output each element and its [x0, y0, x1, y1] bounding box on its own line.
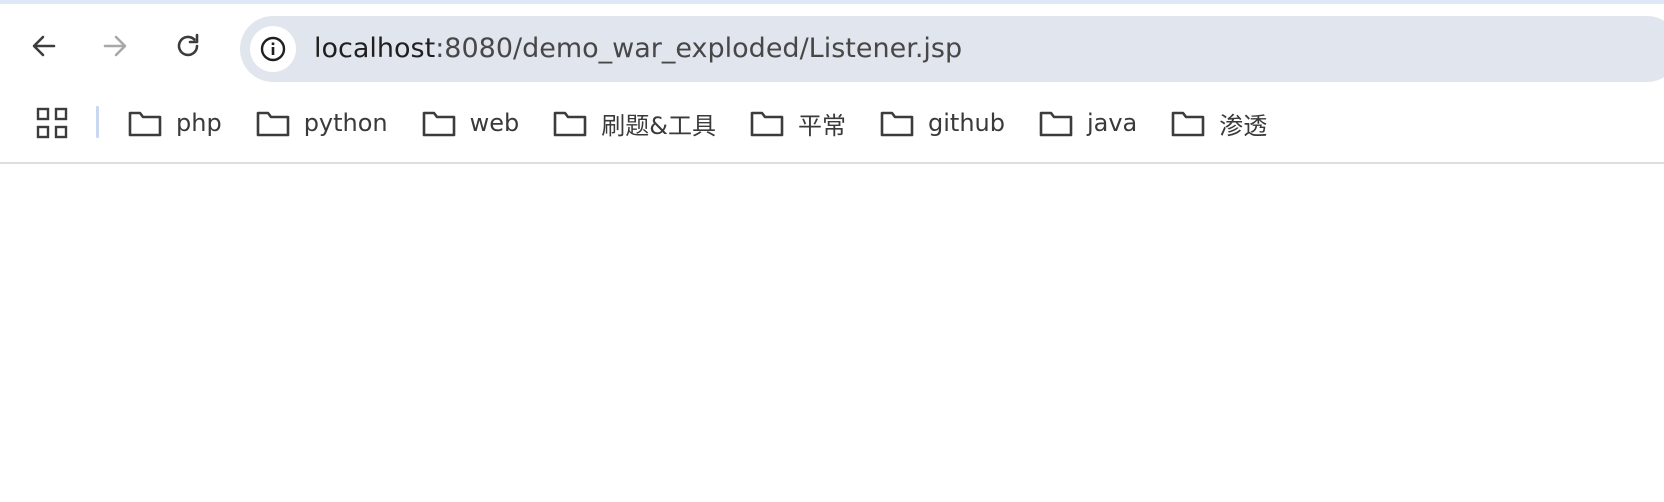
info-icon [260, 36, 286, 62]
apps-button[interactable] [34, 105, 70, 141]
bookmark-label: web [469, 109, 520, 137]
browser-toolbar: localhost:8080/demo_war_exploded/Listene… [0, 4, 1664, 86]
bookmark-label: github [928, 109, 1005, 137]
bookmark-folder-java[interactable]: java [1039, 100, 1137, 146]
page-content [0, 164, 1664, 502]
bookmark-label: python [303, 109, 388, 137]
url-text[interactable]: localhost:8080/demo_war_exploded/Listene… [314, 32, 962, 66]
site-info-button[interactable] [250, 26, 296, 72]
bookmark-folder-practice-tools[interactable]: 刷题&工具 [553, 100, 716, 146]
bookmark-label: 刷题&工具 [601, 111, 716, 140]
folder-icon [880, 111, 914, 137]
bookmark-folder-web[interactable]: web [422, 100, 520, 146]
reload-button[interactable] [166, 24, 210, 68]
folder-icon [1171, 111, 1205, 137]
bookmark-folders: php python web 刷题&工具 平常 github java 渗透 [128, 100, 1301, 146]
folder-icon [128, 111, 162, 137]
reload-icon [177, 33, 199, 57]
bookmark-folder-github[interactable]: github [880, 100, 1005, 146]
forward-button[interactable] [93, 24, 137, 68]
folder-icon [256, 111, 289, 137]
folder-icon [553, 111, 587, 137]
arrow-left-icon [32, 35, 56, 57]
folder-icon [1039, 111, 1073, 137]
folder-icon [750, 111, 784, 137]
bookmark-label: 平常 [798, 111, 846, 140]
bookmark-folder-php[interactable]: php [128, 100, 222, 146]
folder-icon [422, 111, 455, 137]
bookmark-folder-daily[interactable]: 平常 [750, 100, 846, 146]
apps-grid-icon [36, 107, 68, 139]
url-host: localhost [314, 33, 436, 64]
bookmarks-separator [96, 106, 99, 138]
bookmark-folder-pentest[interactable]: 渗透 [1171, 100, 1267, 146]
address-bar[interactable]: localhost:8080/demo_war_exploded/Listene… [240, 16, 1664, 82]
url-path: :8080/demo_war_exploded/Listener.jsp [435, 33, 963, 64]
bookmark-label: 渗透 [1219, 111, 1268, 140]
bookmarks-bar: php python web 刷题&工具 平常 github java 渗透 [0, 86, 1664, 164]
bookmark-label: php [176, 109, 222, 137]
arrow-right-icon [103, 35, 127, 57]
back-button[interactable] [22, 24, 66, 68]
bookmark-label: java [1086, 109, 1138, 137]
bookmark-folder-python[interactable]: python [256, 100, 388, 146]
